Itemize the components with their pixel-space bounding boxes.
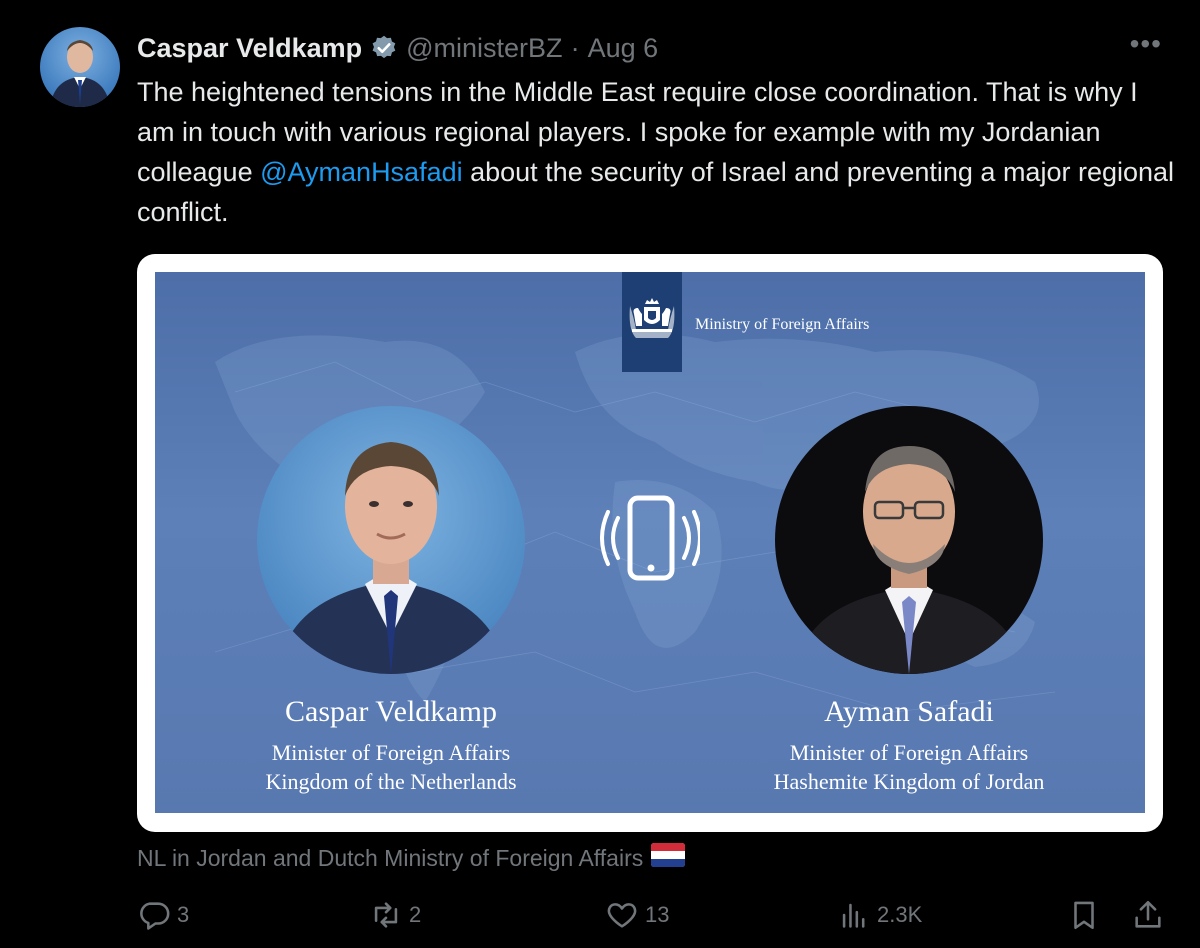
avatar-portrait (50, 40, 110, 107)
media-image[interactable]: Ministry of Foreign Affairs Caspar Veldk… (137, 254, 1163, 832)
share-button[interactable] (1131, 898, 1171, 932)
repost-count: 2 (409, 902, 422, 927)
repost-button[interactable]: 2 (369, 898, 421, 932)
author-handle[interactable]: @ministerBZ (406, 33, 562, 64)
reply-icon (140, 902, 170, 930)
coat-of-arms-icon (629, 298, 675, 338)
announcement-graphic: Ministry of Foreign Affairs Caspar Veldk… (155, 272, 1145, 813)
left-person-name: Caspar Veldkamp (285, 695, 497, 728)
share-icon (1135, 900, 1161, 928)
repost-icon (374, 902, 398, 928)
portrait-caspar-veldkamp (257, 406, 525, 674)
reply-count: 3 (177, 902, 190, 927)
portrait-ayman-safadi (775, 406, 1043, 674)
right-person-role-1: Minister of Foreign Affairs (789, 740, 1029, 765)
views-chart-icon (842, 903, 865, 928)
phone-call-icon (600, 495, 700, 581)
mention-link[interactable]: @AymanHsafadi (260, 157, 463, 187)
tweet-date[interactable]: Aug 6 (588, 33, 659, 64)
tweet: Caspar Veldkamp @ministerBZ · Aug 6 ••• … (0, 0, 1200, 948)
bookmark-button[interactable] (1067, 898, 1107, 932)
views-count: 2.3K (877, 902, 923, 927)
bookmark-icon (1074, 901, 1094, 930)
ministry-ribbon (622, 272, 682, 372)
reply-button[interactable]: 3 (137, 898, 189, 932)
verified-badge-icon (370, 34, 398, 62)
action-bar: 3 2 13 2.3K (137, 898, 1167, 938)
tweet-text: The heightened tensions in the Middle Ea… (137, 72, 1177, 232)
right-person-name: Ayman Safadi (824, 695, 994, 728)
like-count: 13 (645, 902, 670, 927)
tweet-header: Caspar Veldkamp @ministerBZ · Aug 6 (137, 30, 658, 66)
media-caption[interactable]: NL in Jordan and Dutch Ministry of Forei… (137, 843, 686, 873)
author-avatar[interactable] (40, 27, 120, 107)
views-button[interactable]: 2.3K (837, 898, 922, 932)
heart-icon (607, 903, 637, 928)
left-person-role-1: Minister of Foreign Affairs (271, 740, 511, 765)
right-person-role-2: Hashemite Kingdom of Jordan (773, 769, 1045, 794)
left-person-role-2: Kingdom of the Netherlands (265, 769, 517, 794)
more-options-icon[interactable]: ••• (1130, 30, 1162, 58)
netherlands-flag-icon (651, 843, 686, 873)
caption-text: NL in Jordan and Dutch Ministry of Forei… (137, 844, 644, 871)
ministry-label: Ministry of Foreign Affairs (695, 316, 870, 333)
author-name[interactable]: Caspar Veldkamp (137, 33, 362, 64)
like-button[interactable]: 13 (605, 898, 669, 932)
separator-dot: · (570, 32, 580, 63)
